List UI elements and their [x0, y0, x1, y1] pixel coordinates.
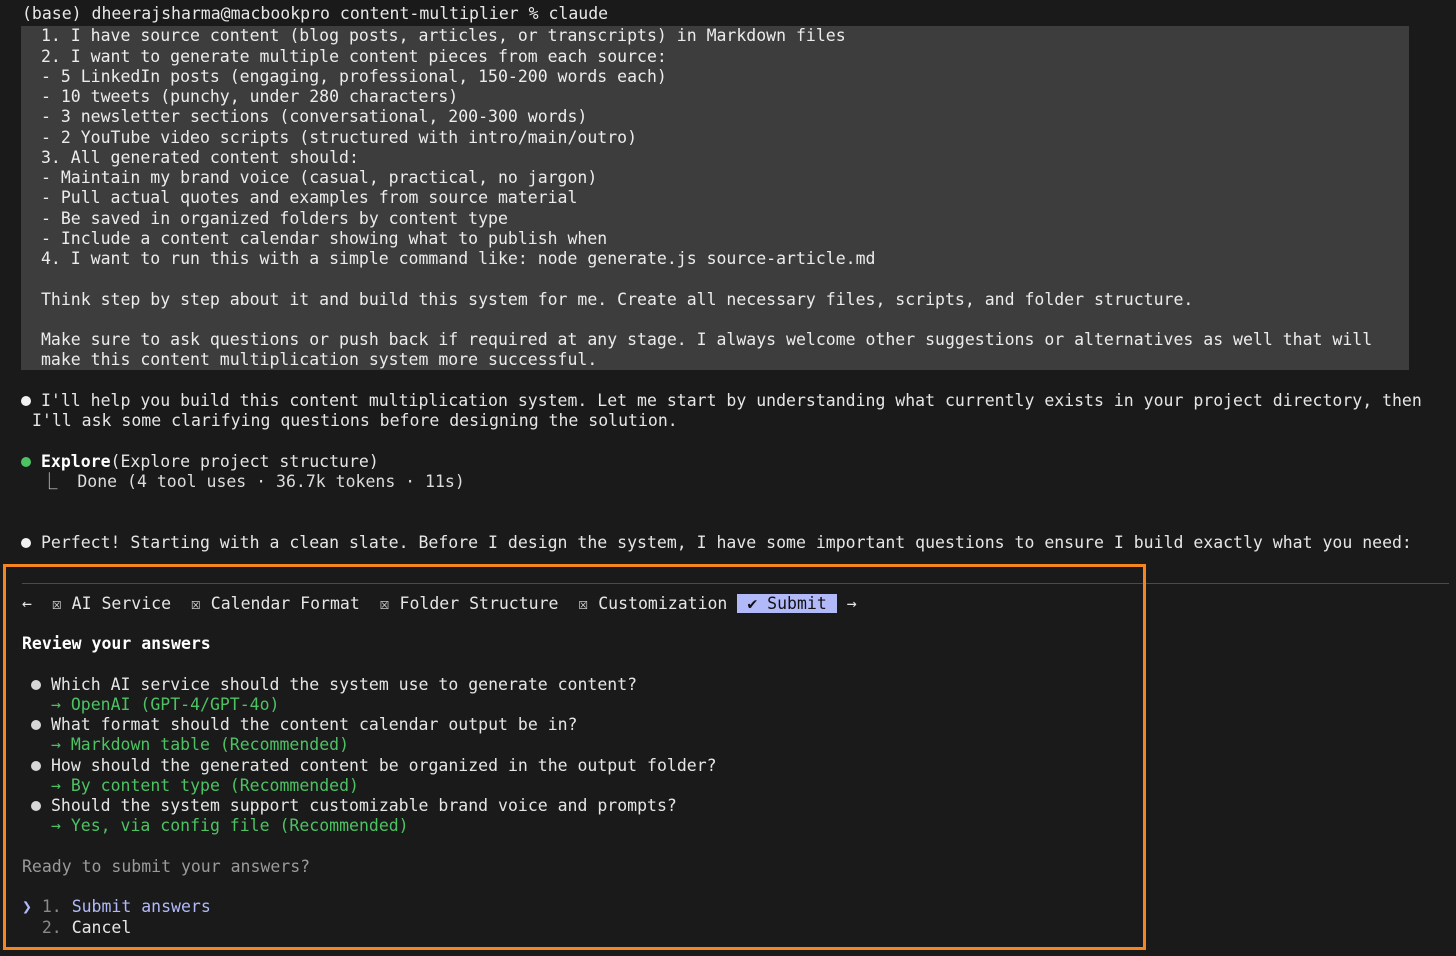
tool-call: Explore(Explore project structure) — [41, 452, 379, 472]
answer-text: → Markdown table (Recommended) — [51, 735, 350, 754]
option-label: Cancel — [71, 918, 132, 937]
message-bullet-icon — [21, 396, 31, 406]
assistant-message: I'll help you build this content multipl… — [41, 391, 1422, 410]
user-message-line: 2. I want to generate multiple content p… — [41, 47, 667, 66]
question-bullet-icon — [31, 761, 41, 771]
user-message-line: - Maintain my brand voice (casual, pract… — [41, 168, 598, 187]
option-label: Submit answers — [71, 897, 211, 916]
question-text: How should the generated content be orga… — [51, 756, 717, 775]
tab-customization[interactable]: ☒ Customization — [578, 594, 727, 613]
assistant-message: Perfect! Starting with a clean slate. Be… — [41, 533, 1412, 552]
question-bullet-icon — [31, 680, 41, 690]
tool-status-icon — [21, 457, 31, 467]
user-message-line: - 3 newsletter sections (conversational,… — [41, 107, 588, 126]
user-message-line: - 2 YouTube video scripts (structured wi… — [41, 128, 638, 147]
submit-answers-option[interactable]: ❯ 1. Submit answers — [22, 897, 211, 917]
question-bullet-icon — [31, 720, 41, 730]
question-bullet-icon — [31, 801, 41, 811]
option-number: 2. — [41, 918, 62, 937]
answer-text: → OpenAI (GPT-4/GPT-4o) — [51, 695, 280, 714]
nav-left-arrow-icon[interactable]: ← — [22, 594, 32, 613]
terminal-prompt: (base) dheerajsharma@macbookpro content-… — [22, 4, 609, 23]
tab-calendar-format[interactable]: ☒ Calendar Format — [191, 594, 360, 613]
question-text: Which AI service should the system use t… — [51, 675, 638, 694]
user-message-line: make this content multiplication system … — [41, 350, 598, 369]
selection-pointer-spacer — [22, 918, 32, 937]
user-message-line: - Pull actual quotes and examples from s… — [41, 188, 578, 207]
option-number: 1. — [41, 897, 62, 916]
user-message-line: - 10 tweets (punchy, under 280 character… — [41, 87, 459, 106]
user-message-line: 3. All generated content should: — [41, 148, 359, 167]
user-message-line: - 5 LinkedIn posts (engaging, profession… — [41, 67, 667, 86]
assistant-message: I'll ask some clarifying questions befor… — [32, 411, 678, 430]
message-bullet-icon — [21, 538, 31, 548]
ready-prompt: Ready to submit your answers? — [22, 857, 311, 876]
user-message-line: - Include a content calendar showing wha… — [41, 229, 608, 248]
tab-folder-structure[interactable]: ☒ Folder Structure — [380, 594, 559, 613]
tab-submit[interactable]: ✔ Submit — [737, 594, 837, 613]
tool-args: (Explore project structure) — [110, 452, 379, 471]
tool-name: Explore — [41, 452, 111, 471]
tool-result: ⎿ Done (4 tool uses · 36.7k tokens · 11s… — [41, 472, 465, 491]
selection-pointer-icon: ❯ — [22, 897, 32, 916]
review-title: Review your answers — [22, 634, 211, 653]
tab-ai-service[interactable]: ☒ AI Service — [52, 594, 171, 613]
cancel-option[interactable]: 2. Cancel — [22, 918, 131, 938]
user-message-line: 1. I have source content (blog posts, ar… — [41, 26, 846, 45]
user-message-line: Think step by step about it and build th… — [41, 290, 1194, 309]
user-message-line: Make sure to ask questions or push back … — [41, 330, 1373, 349]
question-tabs: ← ☒ AI Service ☒ Calendar Format ☒ Folde… — [22, 594, 857, 614]
answer-text: → Yes, via config file (Recommended) — [51, 816, 409, 835]
user-message-line: - Be saved in organized folders by conte… — [41, 209, 508, 228]
nav-right-arrow-icon[interactable]: → — [847, 594, 857, 613]
question-text: What format should the content calendar … — [51, 715, 578, 734]
user-message-line: 4. I want to run this with a simple comm… — [41, 249, 876, 268]
answer-text: → By content type (Recommended) — [51, 776, 359, 795]
question-text: Should the system support customizable b… — [51, 796, 677, 815]
